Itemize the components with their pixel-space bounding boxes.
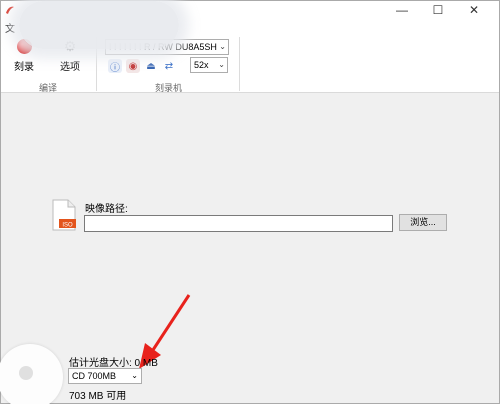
- redaction-blur: [19, 1, 179, 49]
- close-button[interactable]: ✕: [459, 1, 489, 19]
- erase-disc-icon[interactable]: ◉: [126, 59, 140, 73]
- chevron-down-icon: ⌄: [219, 42, 226, 51]
- disc-hole: [19, 366, 33, 380]
- image-path-input[interactable]: [84, 215, 393, 232]
- image-path-label: 映像路径:: [85, 204, 128, 215]
- media-type-value: CD 700MB: [72, 371, 117, 381]
- iso-file-icon: ISO: [52, 199, 76, 231]
- options-label: 选项: [60, 62, 80, 73]
- iso-badge: ISO: [62, 223, 73, 229]
- chevron-down-icon: ⌄: [218, 60, 225, 69]
- eject-icon[interactable]: ⏏: [144, 59, 158, 73]
- app-logo-icon: [6, 6, 14, 14]
- disc-icon: [0, 344, 63, 404]
- media-type-select[interactable]: CD 700MB ⌄: [68, 368, 142, 384]
- speed-select-value: 52x: [194, 60, 209, 70]
- estimated-size-label: 估计光盘大小: 0 MB: [69, 358, 158, 369]
- disc-info-icon[interactable]: ⓘ: [108, 59, 122, 74]
- group-label-encode: 编译: [39, 83, 58, 93]
- ribbon-separator: [239, 37, 240, 91]
- chevron-down-icon: ⌄: [131, 371, 138, 380]
- maximize-button[interactable]: ☐: [423, 1, 453, 19]
- record-label: 刻录: [14, 62, 34, 73]
- group-label-burner: 刻录机: [155, 83, 183, 93]
- speed-select[interactable]: 52x ⌄: [190, 57, 228, 73]
- main-window: — ☐ ✕ 文 刻录 ⚙ 选项 编译 I I I I I I I R / RW …: [0, 0, 500, 404]
- available-space-label: 703 MB 可用: [69, 391, 127, 402]
- browse-button[interactable]: 浏览...: [399, 214, 447, 231]
- refresh-icon[interactable]: ⇄: [162, 59, 176, 73]
- minimize-button[interactable]: —: [387, 1, 417, 19]
